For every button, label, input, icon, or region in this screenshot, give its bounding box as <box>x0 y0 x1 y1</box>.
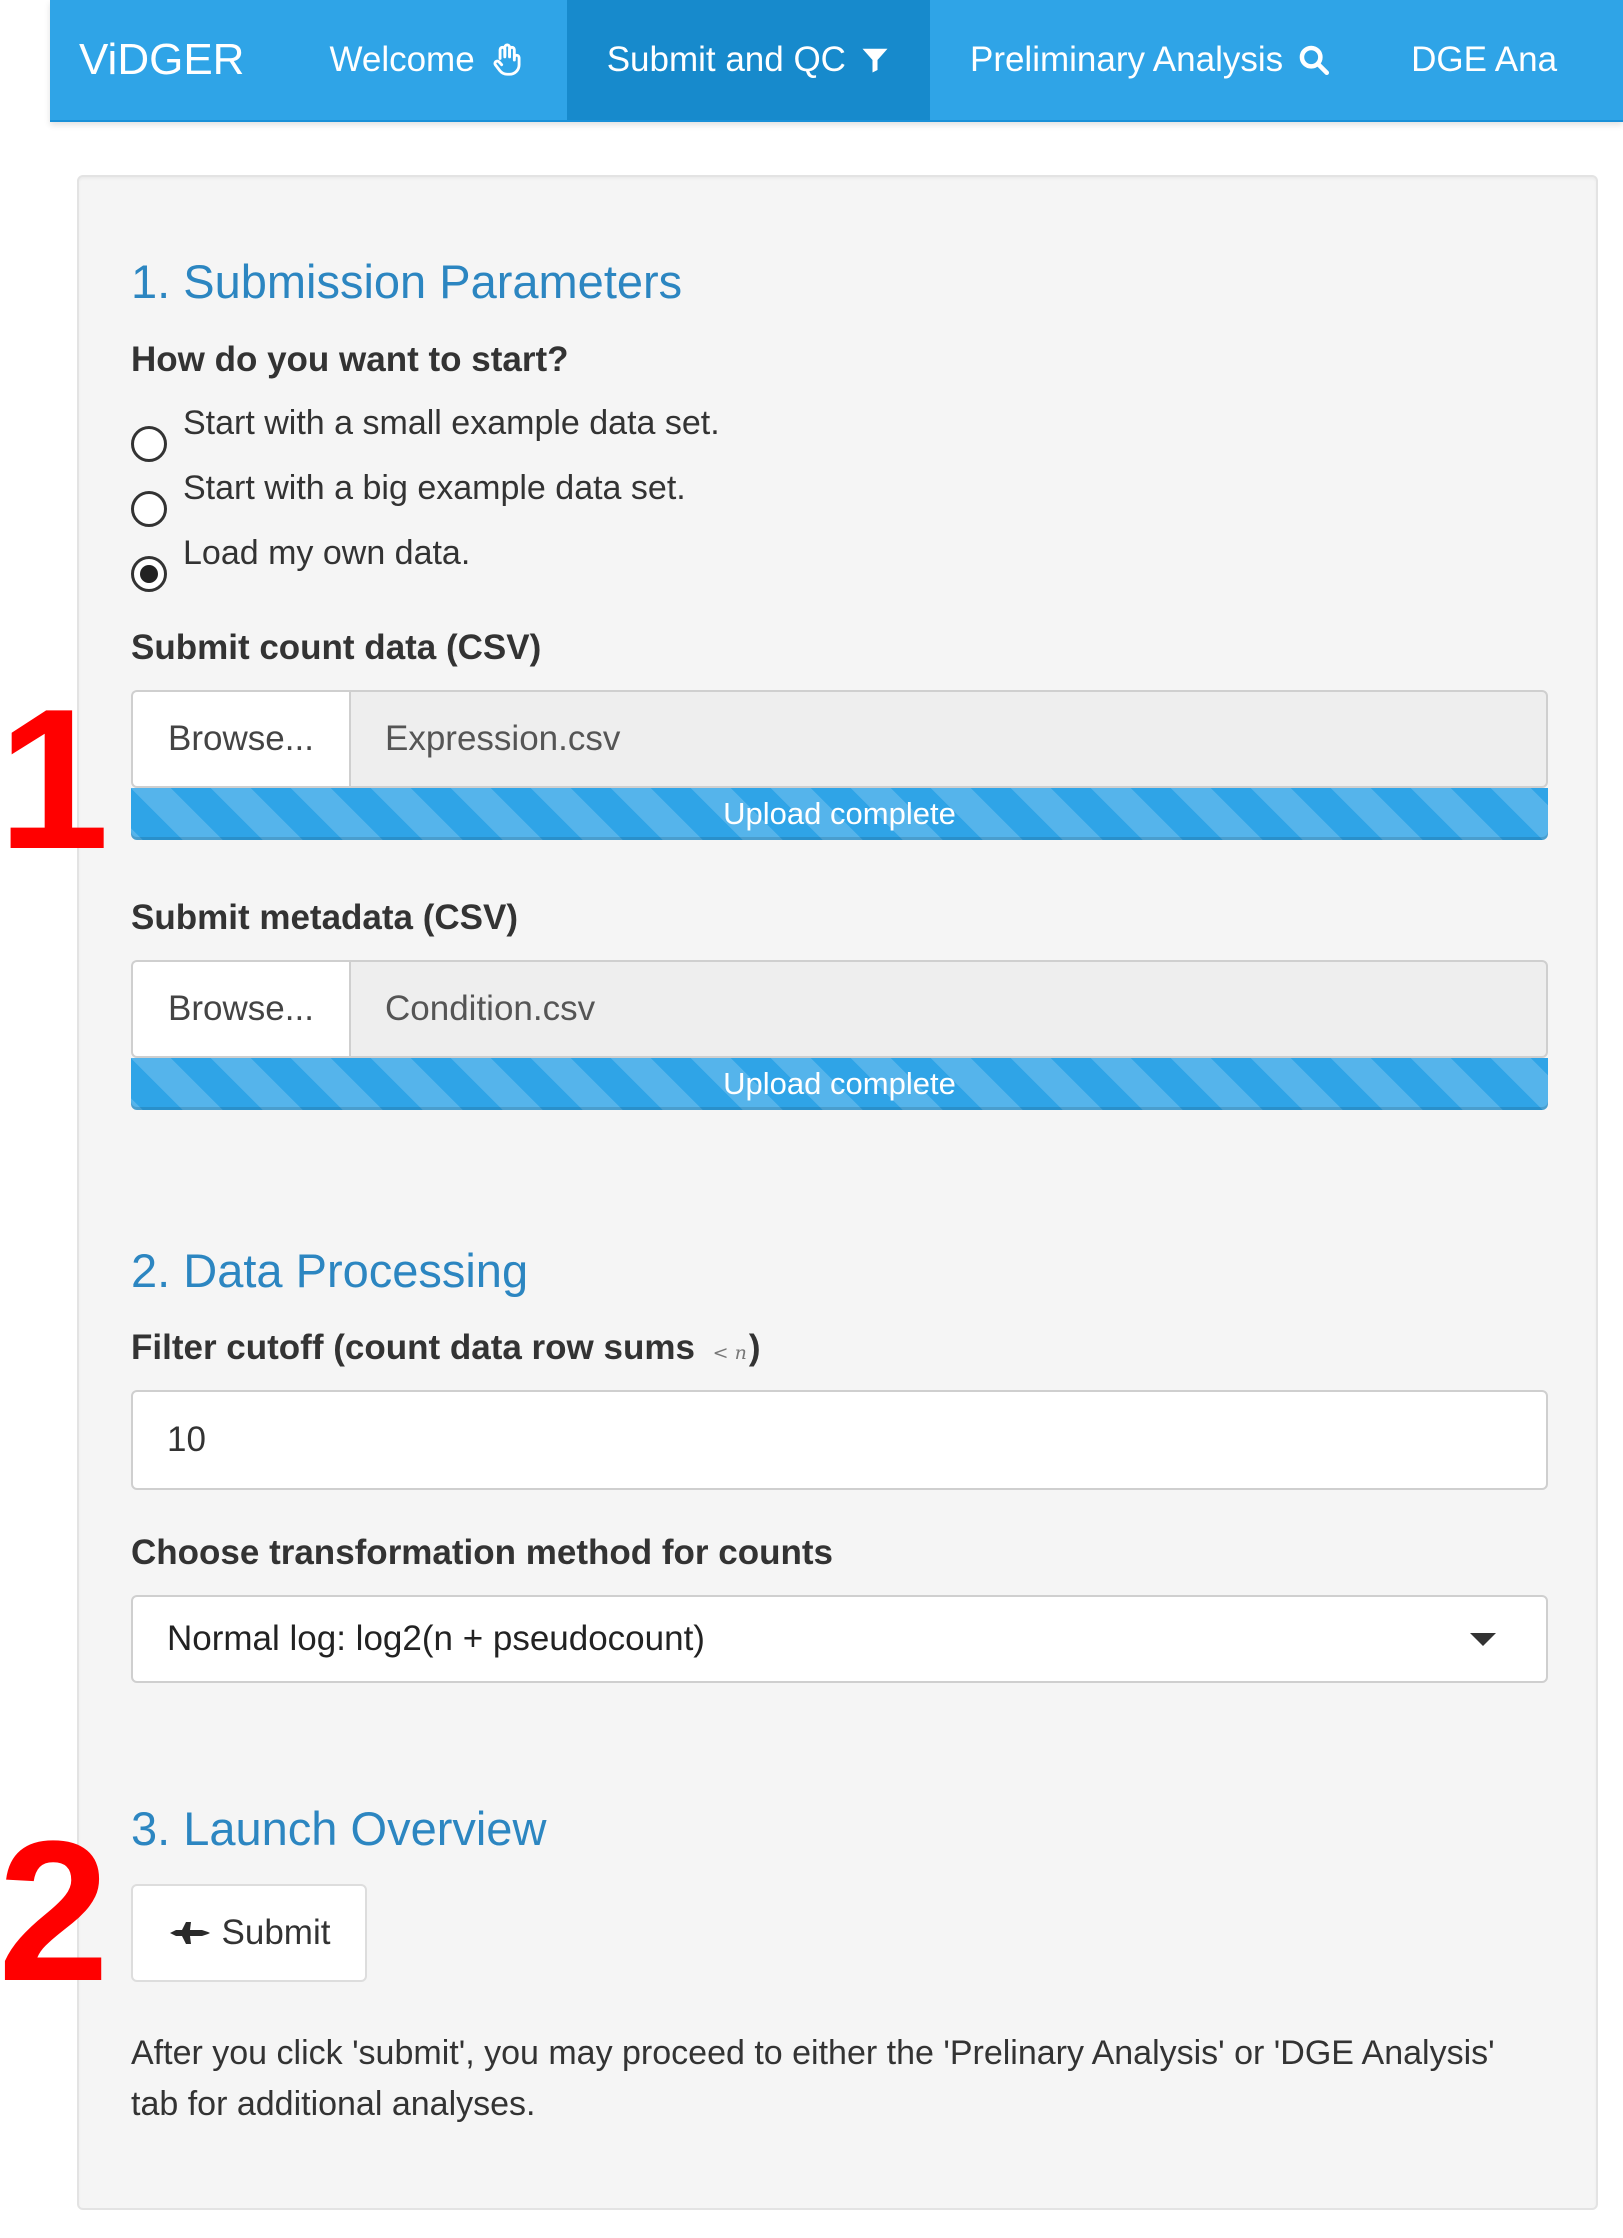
tab-dge-analysis-label: DGE Ana <box>1411 40 1558 79</box>
section-title-submission-parameters: 1. Submission Parameters <box>131 255 683 308</box>
radio-option-big-example[interactable]: Start with a big example data set. <box>131 469 686 527</box>
radio-button[interactable] <box>131 491 167 527</box>
metadata-progress-text: Upload complete <box>723 1066 956 1101</box>
tab-welcome-label: Welcome <box>329 40 475 79</box>
brand-title[interactable]: ViDGER <box>50 0 289 120</box>
tab-dge-analysis[interactable]: DGE Ana <box>1371 0 1557 120</box>
radio-option-own-data[interactable]: Load my own data. <box>131 534 470 592</box>
chevron-down-icon <box>1470 1632 1496 1646</box>
count-data-file-input: Browse... Expression.csv <box>131 690 1548 788</box>
metadata-progress-bar: Upload complete <box>131 1058 1548 1110</box>
radio-label: Load my own data. <box>183 534 471 572</box>
submit-button[interactable]: Submit <box>131 1884 367 1982</box>
filter-cutoff-math: < n <box>712 1342 747 1364</box>
search-icon <box>1297 43 1331 77</box>
radio-label: Start with a small example data set. <box>183 404 720 442</box>
filter-cutoff-label-close: ) <box>748 1328 761 1367</box>
plane-icon <box>168 1918 212 1948</box>
metadata-filename-field[interactable]: Condition.csv <box>349 960 1548 1058</box>
radio-button[interactable] <box>131 426 167 462</box>
annotation-number-1: 1 <box>0 668 110 891</box>
count-data-filename-field[interactable]: Expression.csv <box>349 690 1548 788</box>
tab-preliminary-analysis-label: Preliminary Analysis <box>969 40 1284 79</box>
tab-submit-and-qc[interactable]: Submit and QC <box>566 0 930 120</box>
tab-welcome[interactable]: Welcome <box>289 0 566 120</box>
page: ViDGER Welcome Submit and QC Preliminary… <box>0 0 1623 2238</box>
section-title-data-processing: 2. Data Processing <box>131 1244 529 1297</box>
transform-method-select[interactable]: Normal log: log2(n + pseudocount) <box>131 1595 1548 1683</box>
annotation-number-2: 2 <box>0 1800 110 2023</box>
submit-button-label: Submit <box>221 1913 331 1952</box>
tab-preliminary-analysis[interactable]: Preliminary Analysis <box>930 0 1371 120</box>
transform-method-selected-value: Normal log: log2(n + pseudocount) <box>167 1619 705 1658</box>
metadata-label: Submit metadata (CSV) <box>131 898 518 937</box>
filter-cutoff-input[interactable]: 10 <box>131 1390 1548 1490</box>
count-data-progress-bar: Upload complete <box>131 788 1548 840</box>
radio-option-small-example[interactable]: Start with a small example data set. <box>131 404 720 462</box>
submission-panel: 1. Submission Parameters How do you want… <box>77 175 1598 2210</box>
filter-icon <box>860 45 890 75</box>
start-question-label: How do you want to start? <box>131 340 569 379</box>
radio-label: Start with a big example data set. <box>183 469 686 507</box>
metadata-file-input: Browse... Condition.csv <box>131 960 1548 1058</box>
tab-submit-and-qc-label: Submit and QC <box>606 40 846 79</box>
count-data-progress-text: Upload complete <box>723 796 956 831</box>
section-title-launch-overview: 3. Launch Overview <box>131 1802 547 1855</box>
hand-wave-icon <box>489 41 527 79</box>
metadata-browse-button[interactable]: Browse... <box>131 960 349 1058</box>
helper-text: After you click 'submit', you may procee… <box>131 2034 1495 2123</box>
count-data-browse-button[interactable]: Browse... <box>131 690 349 788</box>
transform-method-label: Choose transformation method for counts <box>131 1533 833 1572</box>
count-data-label: Submit count data (CSV) <box>131 628 542 667</box>
radio-button-selected[interactable] <box>131 556 167 592</box>
top-navbar: ViDGER Welcome Submit and QC Preliminary… <box>50 0 1623 122</box>
filter-cutoff-label: Filter cutoff (count data row sums < n) <box>131 1328 761 1368</box>
filter-cutoff-label-text: Filter cutoff (count data row sums <box>131 1328 695 1367</box>
